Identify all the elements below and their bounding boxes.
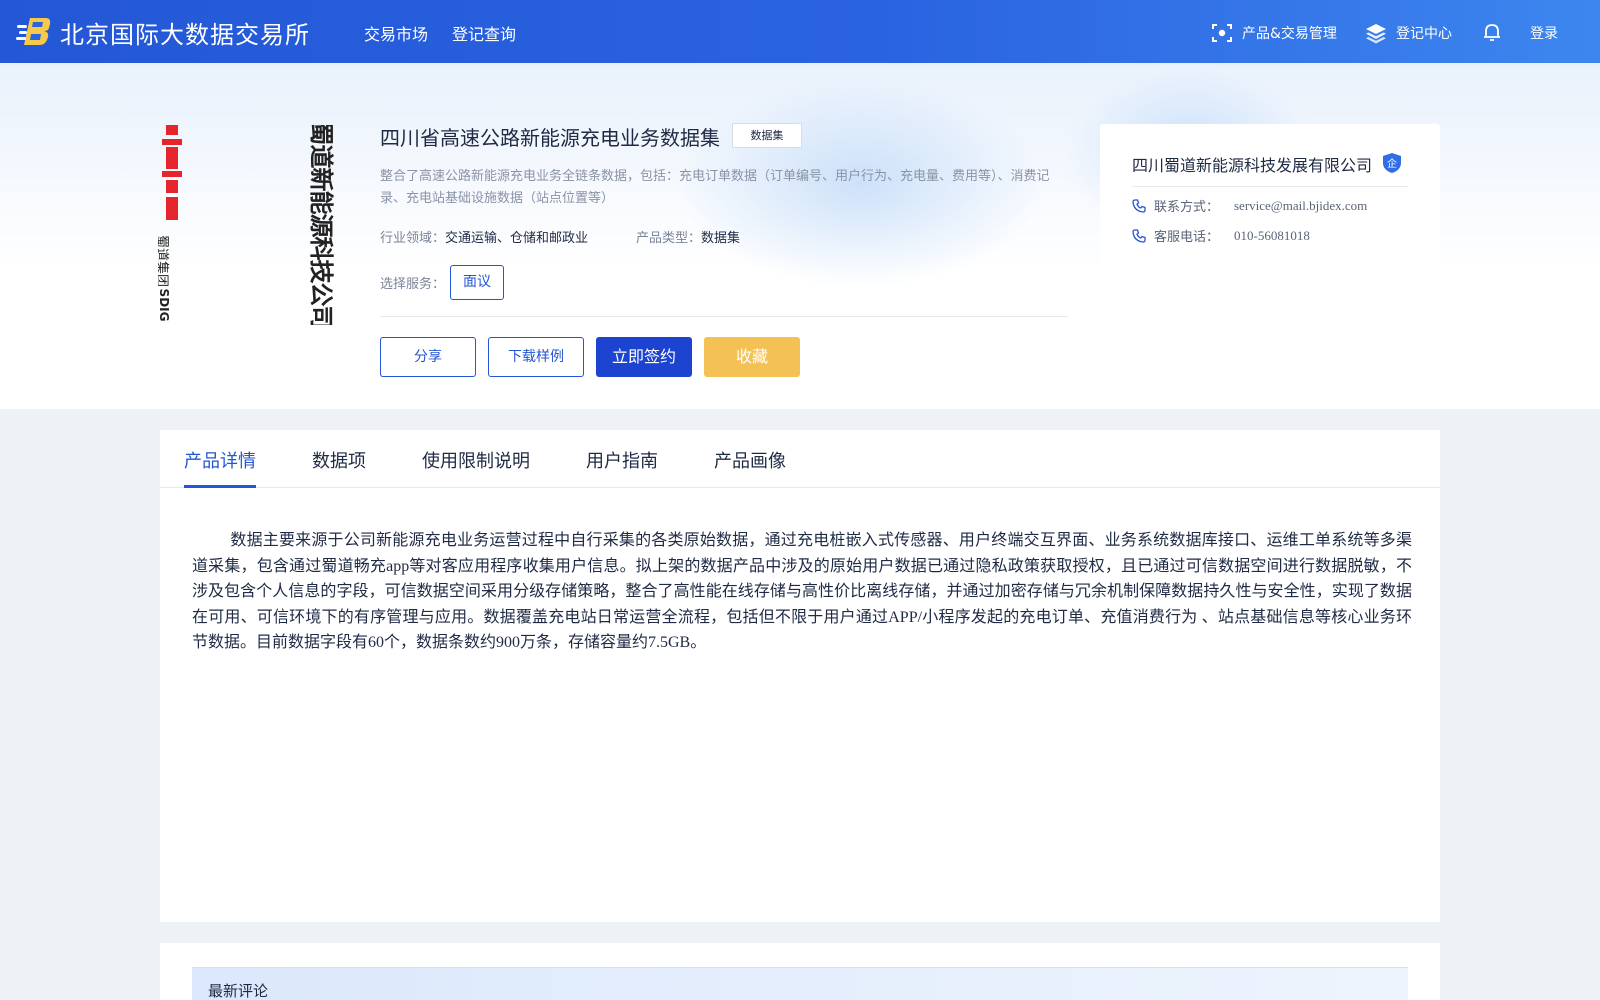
product-description: 整合了高速公路新能源充电业务全链条数据，包括：充电订单数据（订单编号、用户行为、… — [380, 169, 1050, 206]
contact-email[interactable]: service@mail.bjidex.com — [1234, 198, 1367, 214]
contact-email-row: 联系方式： service@mail.bjidex.com — [1132, 196, 1367, 215]
seller-name[interactable]: 四川蜀道新能源科技发展有限公司 — [1132, 152, 1372, 176]
top-navbar: 北京国际大数据交易所 交易市场 登记查询 产品&交易管理 登记中心 登录 — [0, 0, 1600, 63]
sdig-emblem — [160, 125, 184, 220]
share-button[interactable]: 分享 — [380, 337, 476, 377]
industry-label: 行业领域： — [380, 231, 446, 246]
layers-icon — [1366, 24, 1386, 44]
seller-divider — [1132, 186, 1408, 187]
service-phone-row: 客服电话： 010-56081018 — [1132, 226, 1310, 245]
comments-section: 最新评论 — [160, 943, 1440, 1000]
hero-divider — [380, 316, 1068, 317]
industry-field: 行业领域：交通运输、仓储和邮政业 — [380, 227, 588, 246]
bell-icon[interactable] — [1480, 20, 1504, 44]
product-type-tag: 数据集 — [732, 123, 802, 148]
industry-value: 交通运输、仓储和邮政业 — [445, 231, 589, 246]
scan-focus-icon — [1212, 24, 1232, 42]
logo-sub-text: 蜀道集团 — [158, 235, 170, 287]
phone-label: 客服电话： — [1154, 230, 1220, 245]
service-label: 选择服务： — [380, 277, 446, 292]
nav-registration-query[interactable]: 登记查询 — [452, 21, 516, 45]
nav-register-center[interactable]: 登记中心 — [1364, 21, 1452, 45]
active-tab-indicator — [184, 485, 256, 488]
seller-card: 四川蜀道新能源科技发展有限公司 企 联系方式： service@mail.bji… — [1100, 124, 1440, 384]
login-link[interactable]: 登录 — [1530, 23, 1558, 43]
tab-usage-restrictions[interactable]: 使用限制说明 — [422, 447, 530, 473]
enterprise-verified-icon: 企 — [1383, 153, 1401, 173]
logo-abbr-text: SDIG — [158, 289, 171, 322]
nav-trading-market[interactable]: 交易市场 — [364, 21, 428, 45]
tab-product-detail[interactable]: 产品详情 — [184, 447, 256, 473]
product-trade-management-label: 产品&交易管理 — [1242, 26, 1337, 42]
phone-icon — [1132, 228, 1146, 243]
product-type-value: 数据集 — [701, 231, 741, 246]
detail-tabs: 产品详情 数据项 使用限制说明 用户指南 产品画像 — [160, 430, 1440, 488]
favorite-button[interactable]: 收藏 — [704, 337, 800, 377]
site-name[interactable]: 北京国际大数据交易所 — [60, 15, 310, 50]
tab-user-guide[interactable]: 用户指南 — [586, 447, 658, 473]
tab-product-profile[interactable]: 产品画像 — [714, 447, 786, 473]
tab-data-items[interactable]: 数据项 — [312, 447, 366, 473]
product-type-field: 产品类型：数据集 — [636, 227, 740, 246]
comments-title: 最新评论 — [208, 982, 269, 1000]
phone-icon — [1132, 198, 1146, 213]
comments-header: 最新评论 — [192, 967, 1408, 1000]
bjidex-logo-icon[interactable] — [16, 16, 52, 46]
service-phone: 010-56081018 — [1234, 227, 1310, 243]
product-detail-text: 数据主要来源于公司新能源充电业务运营过程中自行采集的各类原始数据，通过充电桩嵌入… — [192, 532, 1412, 651]
service-option-negotiable[interactable]: 面议 — [450, 265, 504, 300]
product-title: 四川省高速公路新能源充电业务数据集 — [380, 126, 720, 150]
product-type-label: 产品类型： — [636, 231, 702, 246]
register-center-label: 登记中心 — [1396, 26, 1452, 42]
nav-product-trade-management[interactable]: 产品&交易管理 — [1210, 21, 1337, 45]
product-detail-card: 产品详情 数据项 使用限制说明 用户指南 产品画像 数据主要来源于公司新能源充电… — [160, 430, 1440, 922]
company-logo: 蜀道集团 SDIG 蜀道新能源科技公司 — [158, 125, 335, 325]
download-sample-button[interactable]: 下载样例 — [488, 337, 584, 377]
sign-now-button[interactable]: 立即签约 — [596, 337, 692, 377]
contact-label: 联系方式： — [1154, 200, 1220, 215]
logo-main-text: 蜀道新能源科技公司 — [307, 125, 335, 325]
enterprise-badge-text: 企 — [1387, 157, 1397, 170]
